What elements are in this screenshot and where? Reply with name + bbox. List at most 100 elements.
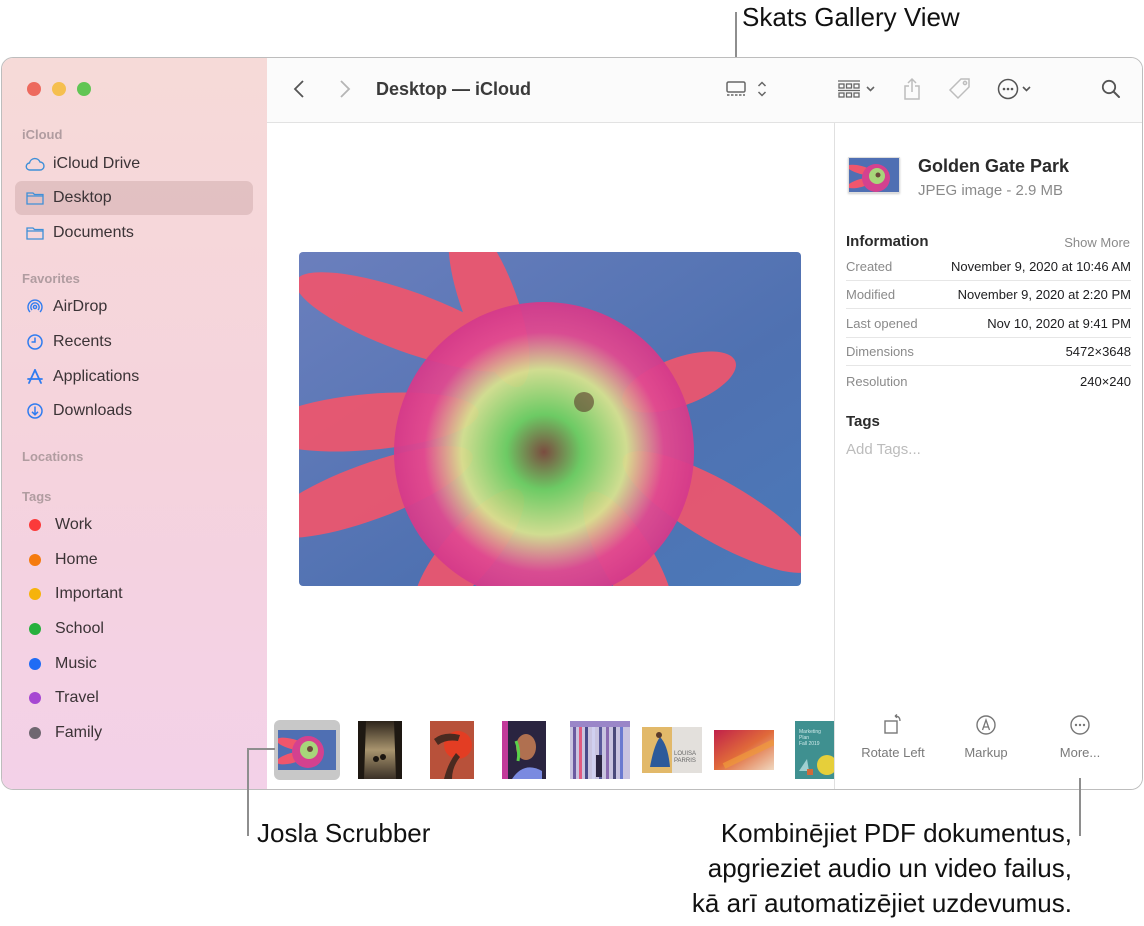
rotate-left-label: Rotate Left <box>861 745 925 760</box>
folder-icon <box>25 188 45 208</box>
sidebar-item-applications[interactable]: Applications <box>15 360 253 394</box>
sidebar-tag-work[interactable]: Work <box>15 508 253 542</box>
tag-color-dot <box>29 519 41 531</box>
view-options-chevron-icon[interactable] <box>755 76 769 102</box>
sidebar-item-label: School <box>55 620 104 637</box>
sidebar-tag-travel[interactable]: Travel <box>15 681 253 715</box>
search-icon[interactable] <box>1099 76 1123 102</box>
sidebar-item-label: Documents <box>53 224 134 241</box>
more-button[interactable]: More... <box>1035 713 1125 760</box>
sidebar-item-icloud-drive[interactable]: iCloud Drive <box>15 147 253 181</box>
sidebar-item-label: iCloud Drive <box>53 155 141 172</box>
toolbar: Desktop — iCloud <box>267 58 1142 123</box>
close-button[interactable] <box>27 82 41 96</box>
rotate-left-button[interactable]: Rotate Left <box>848 713 938 760</box>
callout-scrubber: Josla Scrubber <box>257 818 431 848</box>
tag-icon[interactable] <box>947 76 973 102</box>
info-key: Modified <box>846 287 896 302</box>
file-thumbnail <box>848 157 900 193</box>
sidebar-item-downloads[interactable]: Downloads <box>15 394 253 428</box>
gallery-view-icon[interactable] <box>724 76 748 102</box>
tags-heading: Tags <box>846 413 880 430</box>
info-row-created: Created November 9, 2020 at 10:46 AM <box>846 253 1131 281</box>
sidebar-tag-music[interactable]: Music <box>15 647 253 681</box>
info-row-modified: Modified November 9, 2020 at 2:20 PM <box>846 281 1131 309</box>
inspector-panel: Golden Gate Park JPEG image - 2.9 MB Inf… <box>834 123 1142 789</box>
callout-more-line-3: kā arī automatizējiet uzdevumus. <box>691 888 1072 918</box>
add-tags-field[interactable]: Add Tags... <box>846 441 921 458</box>
sidebar-item-label: Family <box>55 724 103 741</box>
thumbnail-text: LOUISA <box>674 751 696 757</box>
cloud-icon <box>25 154 45 174</box>
thumbnail-louisa-parris[interactable]: LOUISA PARRIS <box>641 720 703 780</box>
info-row-resolution: Resolution 240×240 <box>846 367 1131 395</box>
info-value: Nov 10, 2020 at 9:41 PM <box>987 316 1131 331</box>
information-heading: Information <box>846 233 929 250</box>
thumbnail-portrait-neon[interactable] <box>501 720 547 780</box>
rotate-left-icon <box>848 713 938 737</box>
sidebar-item-label: Home <box>55 551 98 568</box>
callout-gallery-view: Skats Gallery View <box>742 2 960 32</box>
thumbnail-golden-gate-park[interactable] <box>274 720 340 780</box>
callout-line-more <box>1079 778 1081 836</box>
share-icon[interactable] <box>901 76 923 102</box>
sidebar-item-label: Work <box>55 516 93 533</box>
info-row-last-opened: Last opened Nov 10, 2020 at 9:41 PM <box>846 310 1131 338</box>
zoom-button[interactable] <box>77 82 91 96</box>
more-icon <box>1035 713 1125 737</box>
thumbnail-gradient-abstract[interactable] <box>713 720 775 780</box>
info-value: November 9, 2020 at 10:46 AM <box>951 259 1131 274</box>
callout-line-scrubber-v <box>247 748 249 836</box>
airdrop-icon <box>25 297 45 317</box>
preview-image[interactable] <box>299 252 801 586</box>
callout-more-line-1: Kombinējiet PDF dokumentus, <box>720 818 1072 848</box>
minimize-button[interactable] <box>52 82 66 96</box>
applications-icon <box>25 367 45 387</box>
info-key: Created <box>846 259 893 274</box>
finder-window: iCloud iCloud Drive Desktop Documents Fa… <box>1 57 1143 790</box>
sidebar-item-label: Travel <box>55 689 99 706</box>
sidebar-tag-family[interactable]: Family <box>15 716 253 750</box>
folder-icon <box>25 223 45 243</box>
forward-icon[interactable] <box>337 76 353 102</box>
callout-more-line-2: apgrieziet audio un video failus, <box>707 853 1072 883</box>
action-menu-icon[interactable] <box>996 76 1036 102</box>
thumbnail-light-columns[interactable] <box>569 720 631 780</box>
info-key: Resolution <box>846 373 908 389</box>
sidebar: iCloud iCloud Drive Desktop Documents Fa… <box>2 58 267 789</box>
thumbnail-forest-path[interactable] <box>357 720 403 780</box>
tag-color-dot <box>29 658 41 670</box>
sidebar-item-label: Downloads <box>53 402 133 419</box>
tag-color-dot <box>29 727 41 739</box>
callout-line-scrubber-h <box>247 748 275 750</box>
info-value: 240×240 <box>1080 373 1131 389</box>
markup-button[interactable]: Markup <box>941 713 1031 760</box>
back-icon[interactable] <box>291 76 307 102</box>
show-more-link[interactable]: Show More <box>1064 235 1130 250</box>
window-title: Desktop — iCloud <box>376 79 532 99</box>
sidebar-item-documents[interactable]: Documents <box>15 216 253 250</box>
sidebar-tag-home[interactable]: Home <box>15 543 253 577</box>
scrubber-bar[interactable]: LOUISA PARRIS Marketing Plan Fall 2019 <box>267 710 835 789</box>
tag-color-dot <box>29 623 41 635</box>
clock-icon <box>25 332 45 352</box>
group-icon[interactable] <box>835 76 879 102</box>
thumbnail-red-hands[interactable] <box>429 720 475 780</box>
info-value: November 9, 2020 at 2:20 PM <box>957 287 1131 302</box>
tag-color-dot <box>29 554 41 566</box>
sidebar-tag-school[interactable]: School <box>15 612 253 646</box>
info-key: Last opened <box>846 316 918 331</box>
sidebar-item-recents[interactable]: Recents <box>15 325 253 359</box>
sidebar-tag-important[interactable]: Important <box>15 577 253 611</box>
sidebar-item-desktop[interactable]: Desktop <box>15 181 253 215</box>
sidebar-item-label: Important <box>55 585 123 602</box>
thumbnail-marketing-plan[interactable]: Marketing Plan Fall 2019 <box>795 720 835 780</box>
info-value: 5472×3648 <box>1065 344 1131 359</box>
info-row-dimensions: Dimensions 5472×3648 <box>846 338 1131 366</box>
more-label: More... <box>1059 745 1101 760</box>
thumbnail-text: Fall 2019 <box>799 741 820 747</box>
thumbnail-text: PARRIS <box>674 758 696 764</box>
file-name: Golden Gate Park <box>918 156 1070 176</box>
sidebar-item-label: Recents <box>53 333 112 350</box>
sidebar-item-airdrop[interactable]: AirDrop <box>15 290 253 324</box>
